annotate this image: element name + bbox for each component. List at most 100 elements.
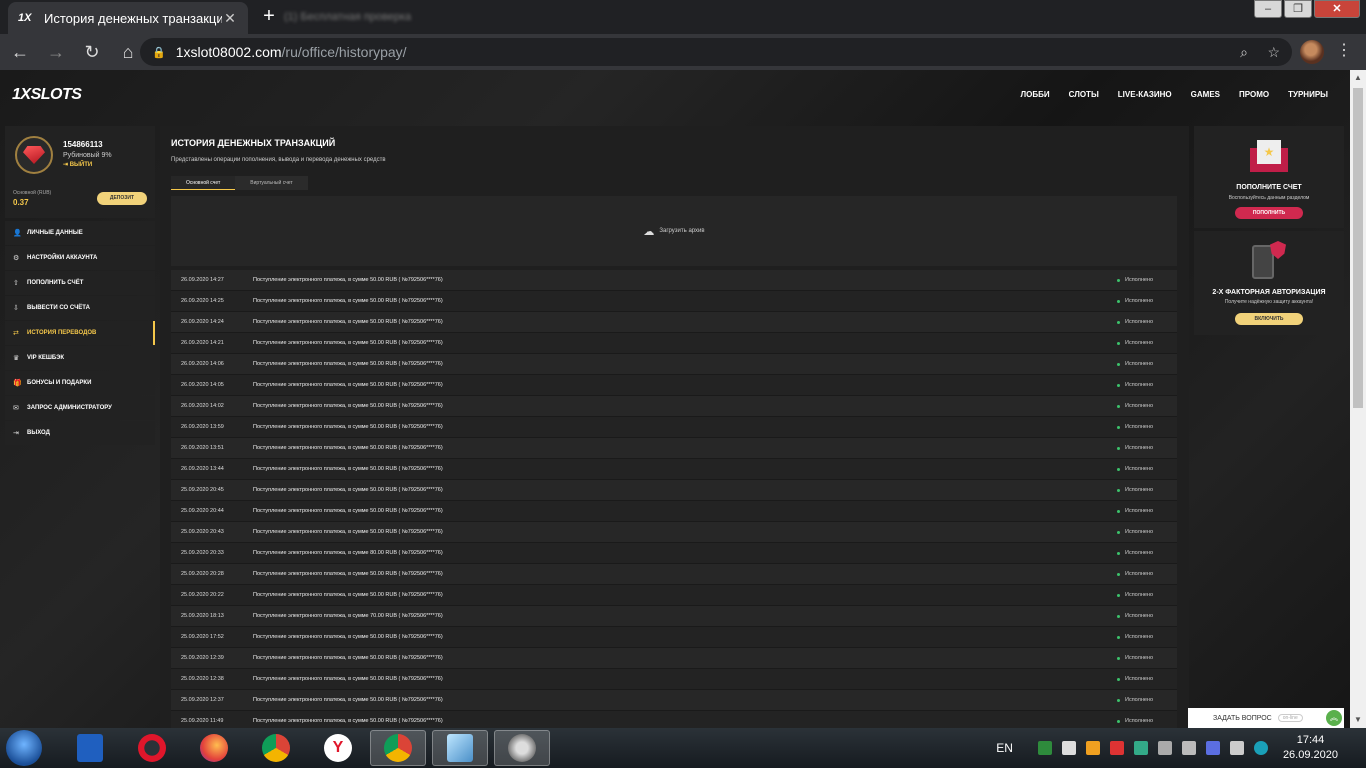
nav-lobby[interactable]: ЛОББИ: [1021, 90, 1050, 99]
sidebar-item[interactable]: ✉ ЗАПРОС АДМИНИСТРАТОРУ: [5, 396, 155, 420]
new-tab-button[interactable]: +: [258, 6, 280, 28]
transaction-description: Поступление электронного платежа, в сумм…: [253, 466, 443, 472]
scroll-up-icon[interactable]: ▲: [1350, 70, 1366, 86]
download-archive-button[interactable]: ☁ Загрузить архив: [171, 196, 1177, 266]
status-dot-icon: [1117, 404, 1120, 408]
transaction-date: 25.09.2020 12:38: [181, 676, 224, 682]
tab-background[interactable]: (1) Бесплатная проверка: [284, 6, 494, 28]
profile-card: 154866113 Рубиновый 9% ⇥ ВЫЙТИ Основной …: [5, 126, 155, 218]
language-indicator[interactable]: EN: [996, 741, 1013, 755]
support-status-badge: on-line: [1277, 714, 1303, 722]
taskbar-app-chrome-active[interactable]: [370, 730, 426, 766]
back-arrow-icon[interactable]: ←: [4, 36, 36, 68]
scroll-down-icon[interactable]: ▼: [1350, 712, 1366, 728]
windows-taskbar: Y EN 17:44 26.09.2020: [0, 728, 1366, 768]
taskbar-app-notes[interactable]: [432, 730, 488, 766]
logout-link[interactable]: ⇥ ВЫЙТИ: [63, 161, 92, 168]
nav-tournaments[interactable]: ТУРНИРЫ: [1288, 90, 1328, 99]
scroll-thumb[interactable]: [1353, 88, 1363, 408]
sidebar-item-label: ВЫВЕСТИ СО СЧЁТА: [27, 305, 90, 311]
transaction-row: 25.09.2020 11:49 Поступление электронного…: [171, 711, 1177, 728]
tab-virtual-account[interactable]: Виртуальный счет: [235, 176, 308, 190]
browser-toolbar: ← → ↻ ⌂ 🔒 1xslot08002.com /ru/office/his…: [0, 34, 1366, 70]
zoom-icon[interactable]: ⌕: [1240, 44, 1248, 61]
taskbar-app-media[interactable]: [494, 730, 550, 766]
status-label: Исполнено: [1125, 718, 1154, 724]
user-icon: 👤: [13, 230, 22, 237]
network-signal-icon[interactable]: [1181, 741, 1196, 755]
sidebar-item[interactable]: 👤 ЛИЧНЫЕ ДАННЫЕ: [5, 221, 155, 245]
restore-button[interactable]: ❐: [1284, 0, 1312, 18]
reload-icon[interactable]: ↻: [76, 36, 108, 68]
tab-close-icon[interactable]: ✕: [222, 10, 238, 27]
status-label: Исполнено: [1125, 277, 1154, 283]
nav-games[interactable]: GAMES: [1191, 90, 1220, 99]
tray-app-icon[interactable]: [1037, 741, 1052, 755]
transaction-date: 25.09.2020 12:37: [181, 697, 224, 703]
sidebar-item[interactable]: ⇥ ВЫХОД: [5, 421, 155, 445]
close-window-button[interactable]: ✕: [1314, 0, 1360, 18]
nav-live-casino[interactable]: LIVE-КАЗИНО: [1118, 90, 1172, 99]
tray-media-icon[interactable]: [1085, 741, 1100, 755]
bookmark-star-icon[interactable]: ☆: [1267, 44, 1280, 61]
sidebar-item-label: ЛИЧНЫЕ ДАННЫЕ: [27, 230, 83, 236]
sidebar-item-label: VIP КЕШБЭК: [27, 355, 65, 361]
tray-drive-icon[interactable]: [1157, 741, 1172, 755]
taskbar-app-chrome[interactable]: [248, 730, 304, 766]
address-bar[interactable]: 🔒 1xslot08002.com /ru/office/historypay/…: [140, 38, 1292, 66]
support-widget[interactable]: ЗАДАТЬ ВОПРОС on-line ︽: [1188, 708, 1344, 728]
page-title: ИСТОРИЯ ДЕНЕЖНЫХ ТРАНЗАКЦИЙ: [171, 138, 336, 148]
tray-flag-icon[interactable]: [1061, 741, 1076, 755]
tray-app-icon[interactable]: [1133, 741, 1148, 755]
nav-slots[interactable]: СЛОТЫ: [1069, 90, 1099, 99]
transaction-status: Исполнено: [1117, 571, 1177, 577]
download-icon: ⇩: [13, 305, 19, 312]
transaction-date: 25.09.2020 11:49: [181, 718, 224, 724]
forward-arrow-icon[interactable]: →: [40, 36, 72, 68]
taskbar-app-opera[interactable]: [124, 730, 180, 766]
taskbar-app-yandex[interactable]: Y: [310, 730, 366, 766]
sidebar-item[interactable]: ⇩ ВЫВЕСТИ СО СЧЁТА: [5, 296, 155, 320]
sidebar-item[interactable]: ♛ VIP КЕШБЭК: [5, 346, 155, 370]
transaction-description: Поступление электронного платежа, в сумм…: [253, 676, 443, 682]
sidebar-item[interactable]: 🎁 БОНУСЫ И ПОДАРКИ: [5, 371, 155, 395]
transaction-description: Поступление электронного платежа, в сумм…: [253, 361, 443, 367]
volume-icon[interactable]: [1229, 741, 1244, 755]
transaction-date: 25.09.2020 17:52: [181, 634, 224, 640]
tab-main-account[interactable]: Основной счет: [171, 176, 236, 190]
sidebar-item[interactable]: ⇧ ПОПОЛНИТЬ СЧЁТ: [5, 271, 155, 295]
deposit-button[interactable]: ДЕПОЗИТ: [97, 192, 147, 205]
menu-kebab-icon[interactable]: ⋮: [1336, 40, 1352, 60]
status-label: Исполнено: [1125, 529, 1154, 535]
transaction-row: 25.09.2020 18:13 Поступление электронного…: [171, 606, 1177, 627]
start-button[interactable]: [6, 730, 42, 766]
page-content: 1XSLOTS ЛОББИ СЛОТЫ LIVE-КАЗИНО GAMES ПР…: [0, 70, 1350, 728]
transaction-date: 25.09.2020 20:33: [181, 550, 224, 556]
profile-avatar[interactable]: [1300, 40, 1324, 64]
enable-2fa-button[interactable]: ВКЛЮЧИТЬ: [1235, 313, 1303, 325]
status-label: Исполнено: [1125, 361, 1154, 367]
chevron-up-icon[interactable]: ︽: [1326, 710, 1342, 726]
transaction-description: Поступление электронного платежа, в сумм…: [253, 382, 443, 388]
taskbar-app-save[interactable]: [62, 730, 118, 766]
page-scrollbar[interactable]: ▲ ▼: [1350, 70, 1366, 728]
sidebar-item[interactable]: ⇄ ИСТОРИЯ ПЕРЕВОДОВ: [5, 321, 155, 345]
transaction-description: Поступление электронного платежа, в сумм…: [253, 508, 443, 514]
topup-button[interactable]: ПОПОЛНИТЬ: [1235, 207, 1303, 219]
tab-active[interactable]: 1X История денежных транзакций ✕: [8, 2, 248, 34]
logo-suffix: SLOTS: [30, 86, 82, 103]
transaction-status: Исполнено: [1117, 592, 1177, 598]
transaction-description: Поступление электронного платежа, в сумм…: [253, 634, 443, 640]
status-dot-icon: [1117, 446, 1120, 450]
system-clock[interactable]: 17:44 26.09.2020: [1283, 733, 1338, 763]
tray-app-icon[interactable]: [1109, 741, 1124, 755]
nav-promo[interactable]: ПРОМО: [1239, 90, 1269, 99]
minimize-button[interactable]: –: [1254, 0, 1282, 18]
audio-bars-icon[interactable]: [1205, 741, 1220, 755]
site-logo[interactable]: 1XSLOTS: [12, 86, 82, 104]
transaction-status: Исполнено: [1117, 340, 1177, 346]
account-balance: 0.37: [13, 198, 29, 207]
taskbar-app-firefox[interactable]: [186, 730, 242, 766]
tray-app-icon[interactable]: [1253, 741, 1268, 755]
sidebar-item[interactable]: ⚙ НАСТРОЙКИ АККАУНТА: [5, 246, 155, 270]
